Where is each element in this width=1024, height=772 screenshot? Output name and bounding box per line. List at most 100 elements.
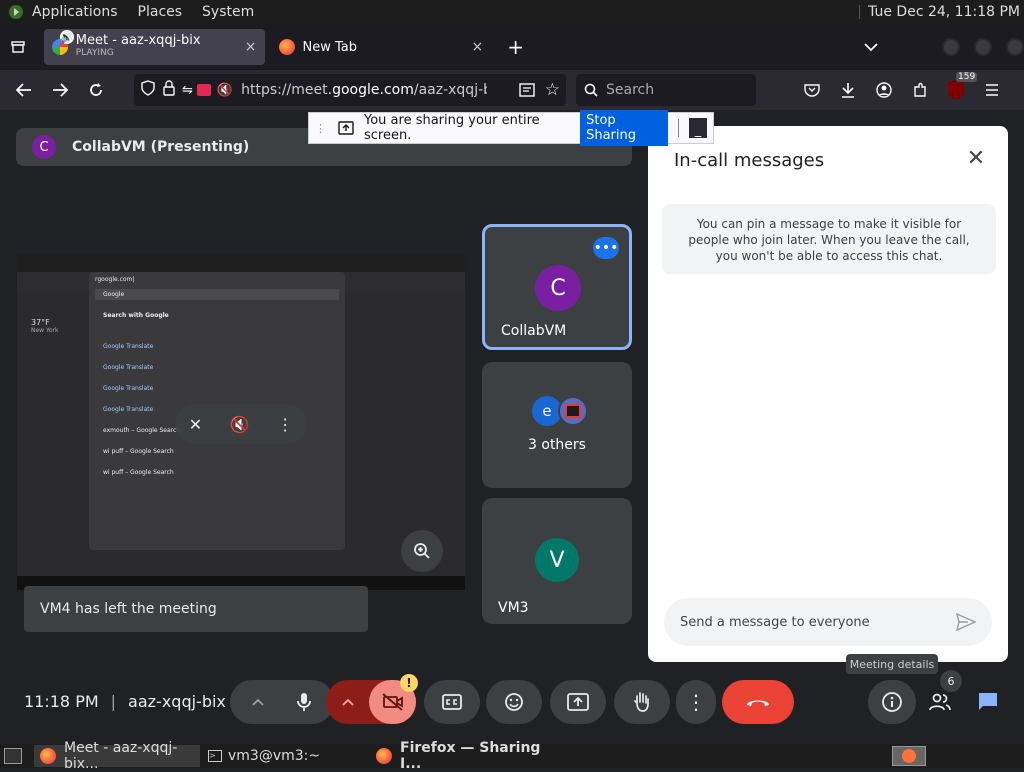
menu-system[interactable]: System [202, 4, 254, 20]
taskbar-label: Firefox — Sharing I... [400, 740, 541, 772]
tab-new-tab[interactable]: New Tab × [271, 29, 492, 65]
search-bar[interactable]: Search [576, 74, 756, 106]
tile-more-options-icon[interactable]: ••• [593, 237, 619, 259]
account-icon[interactable] [866, 74, 902, 106]
close-tab-icon[interactable]: × [472, 39, 484, 55]
unpin-icon[interactable]: ✕ [189, 415, 202, 434]
audio-options-icon[interactable] [236, 698, 280, 706]
shared-weather-place: New York [31, 327, 59, 334]
menu-hamburger-icon[interactable] [974, 74, 1010, 106]
message-input[interactable]: Send a message to everyone [664, 598, 992, 646]
workspace-firefox-icon [902, 749, 916, 763]
drag-handle-icon[interactable]: ⋮ [315, 122, 326, 135]
meeting-details-tooltip: Meeting details [846, 654, 938, 674]
participant-name: CollabVM [501, 323, 567, 339]
bookmark-star-icon[interactable]: ☆ [545, 80, 560, 100]
chat-button[interactable] [966, 680, 1010, 724]
minimize-window-icon[interactable] [942, 38, 961, 56]
system-clock[interactable]: Tue Dec 24, 11:18 PM [859, 4, 1020, 20]
present-screen-button[interactable] [550, 680, 606, 724]
permissions-icon[interactable]: ⇋ [182, 83, 193, 98]
new-tab-button[interactable]: + [507, 35, 524, 59]
toast-text: VM4 has left the meeting [40, 601, 217, 617]
presenter-name: CollabVM (Presenting) [72, 139, 250, 155]
window-controls [942, 38, 1024, 56]
extensions-icon[interactable] [902, 74, 938, 106]
menu-places[interactable]: Places [138, 4, 183, 20]
sharing-message: You are sharing your entire screen. [364, 113, 540, 143]
send-icon[interactable] [956, 613, 976, 631]
lock-icon[interactable] [162, 80, 176, 100]
avatar-picture-icon [565, 404, 581, 418]
mute-presenter-icon[interactable]: 🔇 [230, 415, 250, 434]
participant-tile-collabvm[interactable]: ••• C CollabVM [482, 224, 632, 350]
workspace-switcher-icon[interactable] [892, 746, 926, 766]
reader-view-icon[interactable] [519, 82, 535, 98]
info-icon [882, 692, 902, 712]
close-window-icon[interactable] [1006, 38, 1024, 56]
tab-overview-icon[interactable] [0, 39, 36, 55]
speaker-icon[interactable]: 🔊 [59, 30, 74, 44]
tab-meet[interactable]: 🔊 Meet - aaz-xqqj-bix PLAYING × [43, 29, 265, 65]
back-button[interactable] [6, 74, 42, 106]
shared-screen-controls: ✕ 🔇 ⋮ [175, 404, 307, 444]
shared-screen-view: 37°F New York rgoogle.com| Google Search… [17, 254, 465, 590]
participant-tile-vm3[interactable]: V VM3 [482, 498, 632, 624]
pocket-icon[interactable] [794, 74, 830, 106]
firefox-icon [376, 748, 392, 764]
more-options-icon[interactable]: ⋮ [277, 415, 293, 434]
close-tab-icon[interactable]: × [245, 39, 257, 55]
url-bar[interactable]: ⇋ 🔇 https://meet.google.com/aaz-xqqj-bix… [134, 74, 566, 106]
shield-icon[interactable] [140, 80, 156, 100]
shared-item: Google [95, 289, 339, 300]
mic-icon[interactable] [280, 680, 328, 724]
raise-hand-button[interactable] [614, 680, 670, 724]
navigation-toolbar: ⇋ 🔇 https://meet.google.com/aaz-xqqj-bix… [0, 70, 1024, 110]
raise-hand-icon [634, 692, 649, 712]
gnome-logo-icon[interactable] [8, 4, 24, 20]
search-placeholder: Search [606, 82, 655, 98]
present-icon [567, 693, 589, 711]
people-button[interactable]: 6 [918, 670, 962, 724]
url-prefix: https://meet. [241, 82, 333, 98]
participant-tile-others[interactable]: e 3 others [482, 362, 632, 488]
hang-up-icon [747, 700, 769, 706]
muted-icon[interactable]: 🔇 [217, 83, 233, 98]
participant-name: 3 others [528, 437, 586, 453]
close-panel-button[interactable]: ✕ [962, 144, 990, 172]
in-call-messages-panel: In-call messages ✕ You can pin a message… [648, 126, 1008, 662]
more-options-button[interactable]: ⋮ [676, 680, 716, 724]
panel-title: In-call messages [674, 150, 825, 171]
camera-control: ! [326, 674, 418, 724]
tab-playing-label: PLAYING [75, 48, 114, 58]
ublock-extension-icon[interactable]: 159 [938, 72, 978, 106]
screen-share-indicator-icon[interactable] [196, 84, 211, 96]
downloads-icon[interactable] [830, 74, 866, 106]
taskbar-item-terminal[interactable]: > vm3@vm3:~ [202, 745, 368, 767]
ublock-shield-icon [948, 81, 964, 99]
zoom-button[interactable] [401, 530, 443, 572]
emoji-reactions-button[interactable] [486, 680, 542, 724]
minimize-banner-button[interactable]: _ [688, 118, 708, 138]
leave-call-button[interactable] [722, 680, 794, 724]
shared-search-text: rgoogle.com| [95, 276, 135, 283]
video-options-icon[interactable] [326, 698, 369, 706]
forward-button[interactable] [42, 74, 78, 106]
browser-tab-strip: 🔊 Meet - aaz-xqqj-bix PLAYING × New Tab … [0, 24, 1024, 70]
reload-button[interactable] [78, 74, 114, 106]
stop-sharing-button[interactable]: Stop Sharing [580, 110, 668, 146]
pin-info-message: You can pin a message to make it visible… [662, 204, 996, 274]
people-icon [929, 693, 951, 711]
captions-button[interactable] [424, 680, 480, 724]
chat-icon [979, 693, 997, 710]
list-all-tabs-icon[interactable] [864, 42, 878, 52]
menu-applications[interactable]: Applications [32, 4, 118, 20]
show-desktop-icon[interactable] [4, 748, 22, 764]
participant-avatar: V [535, 538, 579, 582]
taskbar-item-firefox-sharing[interactable]: Firefox — Sharing I... [370, 740, 550, 772]
emoji-icon [505, 693, 523, 711]
meeting-details-button[interactable] [868, 680, 916, 724]
taskbar-item-meet[interactable]: Meet - aaz-xqqj-bix... [34, 740, 200, 772]
terminal-icon: > [208, 750, 222, 762]
maximize-window-icon[interactable] [974, 38, 993, 56]
